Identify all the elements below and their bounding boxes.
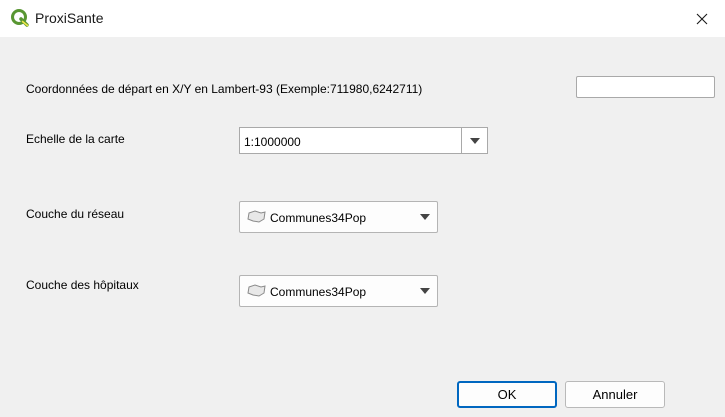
coords-label: Coordonnées de départ en X/Y en Lambert-… [26, 82, 423, 96]
network-layer-value: Communes34Pop [270, 211, 367, 225]
hospital-layer-label: Couche des hôpitaux [26, 278, 139, 292]
scale-combobox[interactable]: 1:1000000 [239, 127, 488, 154]
close-icon [696, 13, 708, 24]
scale-value[interactable]: 1:1000000 [244, 135, 301, 149]
qgis-logo-icon [11, 9, 29, 27]
scale-dropdown-button[interactable] [461, 128, 487, 153]
title-bar: ProxiSante [0, 0, 725, 37]
hospital-layer-value: Communes34Pop [270, 285, 367, 299]
window-title: ProxiSante [35, 10, 104, 26]
network-layer-combobox[interactable]: Communes34Pop [239, 201, 438, 233]
polygon-layer-icon [247, 210, 266, 223]
ok-button[interactable]: OK [457, 381, 557, 408]
scale-label: Echelle de la carte [26, 132, 125, 146]
network-layer-label: Couche du réseau [26, 207, 125, 221]
hospital-layer-combobox[interactable]: Communes34Pop [239, 275, 438, 307]
chevron-down-icon [419, 286, 431, 296]
cancel-button[interactable]: Annuler [565, 381, 665, 408]
chevron-down-icon [469, 137, 480, 144]
chevron-down-icon [419, 212, 431, 222]
polygon-layer-icon [247, 284, 266, 297]
close-button[interactable] [679, 0, 725, 37]
coords-input[interactable] [576, 76, 715, 98]
